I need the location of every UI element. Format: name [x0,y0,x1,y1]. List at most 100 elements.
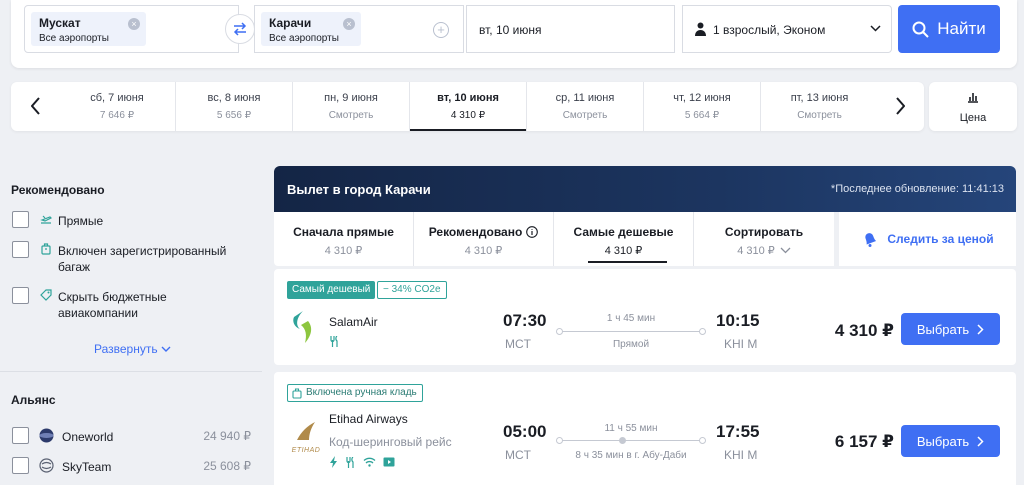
search-icon [912,21,929,38]
info-icon[interactable] [526,226,539,238]
track-price-button[interactable]: Следить за ценой [839,212,1016,266]
entertainment-icon [383,457,395,467]
destination-chip[interactable]: Карачи Все аэропорты × [261,12,361,46]
plane-icon [40,215,52,224]
date-field[interactable]: вт, 10 июня [466,5,675,53]
date-option-day: ср, 11 июня [555,92,615,104]
hand-luggage-label: Включена ручная кладь [306,387,417,398]
results-title: Вылет в город Карачи [287,182,431,197]
flight-card[interactable]: Самый дешевый − 34% CO2e SalamAir 07:30 … [274,269,1016,365]
date-strip: сб, 7 июня 7 646 ₽ вс, 8 июня 5 656 ₽ пн… [11,82,924,131]
bar-chart-icon [968,93,978,103]
flight-price: 4 310 ₽ [834,321,894,340]
sort-price: 4 310 ₽ [604,245,643,257]
chevron-left-icon [31,97,40,115]
date-option[interactable]: чт, 12 июня 5 664 ₽ [644,82,761,131]
tag-icon [40,289,52,301]
co2-badge: − 34% CO2e [377,281,447,299]
date-option-day: вт, 10 июня [437,92,499,104]
choose-flight-button[interactable]: Выбрать [901,425,1000,457]
sort-recommended[interactable]: Рекомендовано 4 310 ₽ [414,212,554,266]
route-dot [619,437,626,444]
filter-divider [0,371,262,372]
date-option-day: пт, 13 июня [790,92,849,104]
passengers-field[interactable]: 1 взрослый, Эконом [682,5,892,53]
departure-airport: MCT [505,337,531,351]
etihad-logo-text: ETIHAD [291,447,321,454]
date-option[interactable]: сб, 7 июня 7 646 ₽ [59,82,176,131]
departure-time: 07:30 [503,311,547,330]
filter-label: Скрыть бюджетные авиакомпании [58,290,167,320]
flight-stops: Прямой [612,339,650,350]
departure-time: 05:00 [503,422,547,441]
filter-checkbox[interactable] [12,211,29,228]
chevron-right-icon [977,323,984,335]
expand-filters-link[interactable]: Развернуть [94,342,171,356]
flight-stops: 8 ч 35 мин в г. Абу-Даби [575,450,687,461]
sort-price: 4 310 ₽ [464,245,503,257]
flight-card[interactable]: Включена ручная кладь ETIHAD Etihad Airw… [274,372,1016,485]
sort-label: Сортировать [724,225,804,239]
sort-cheapest[interactable]: Самые дешевые 4 310 ₽ [554,212,694,266]
remove-origin-icon[interactable]: × [128,18,140,30]
price-chart-label: Цена [959,112,987,124]
sort-dropdown[interactable]: Сортировать 4 310 ₽ [694,212,834,266]
chevron-down-icon [870,25,881,32]
next-dates-button[interactable] [888,94,912,118]
route-bar [556,437,706,444]
results-header: Вылет в город Карачи *Последнее обновлен… [274,166,1016,212]
date-option[interactable]: вс, 8 июня 5 656 ₽ [176,82,293,131]
date-option[interactable]: ср, 11 июня Смотреть [527,82,644,131]
date-option-day: пн, 9 июня [324,92,378,104]
add-destination-icon[interactable]: + [433,22,449,38]
chevron-down-icon [780,247,791,254]
hand-luggage-badge: Включена ручная кладь [287,384,423,402]
date-option-selected[interactable]: вт, 10 июня 4 310 ₽ [410,82,527,131]
find-button[interactable]: Найти [898,5,1000,53]
departure-airport: MCT [505,448,531,462]
bell-icon [865,233,877,247]
sort-price: 4 310 ₽ [324,245,363,257]
route-dot [699,328,706,335]
filter-checkbox[interactable] [12,287,29,304]
origin-field[interactable]: Мускат Все аэропорты × [24,5,239,53]
arrival-airport: KHI M [724,448,758,462]
amenities [329,336,340,347]
price-chart-tab[interactable]: Цена [929,82,1017,131]
date-option-day: чт, 12 июня [673,92,731,104]
filter-checkbox[interactable] [12,427,29,444]
destination-airports: Все аэропорты [269,33,339,44]
origin-city: Мускат [39,16,81,30]
filter-checkbox[interactable] [12,241,29,258]
chevron-down-icon [161,346,171,352]
remove-destination-icon[interactable]: × [343,18,355,30]
sort-direct-first[interactable]: Сначала прямые 4 310 ₽ [274,212,414,266]
meal-icon [346,456,354,468]
chevron-right-icon [977,435,984,447]
filter-checkbox[interactable] [12,457,29,474]
choose-flight-button[interactable]: Выбрать [901,313,1000,345]
destination-field[interactable]: Карачи Все аэропорты × + [254,5,464,53]
date-option-price: 5 656 ₽ [216,110,252,121]
arrival-time: 17:55 [716,422,760,441]
route-dot [556,328,563,335]
origin-chip[interactable]: Мускат Все аэропорты × [31,12,146,46]
sort-label: Самые дешевые [573,225,674,239]
prev-dates-button[interactable] [24,94,48,118]
date-option-day: сб, 7 июня [90,92,144,104]
filter-label: Прямые [58,214,104,228]
flight-duration: 11 ч 55 мин [604,423,658,434]
expand-label: Развернуть [94,342,158,356]
person-icon [695,22,706,36]
swap-button[interactable] [225,14,255,44]
filter-price: 24 940 ₽ [203,429,251,443]
salamair-logo-icon [293,311,312,343]
flight-price: 6 157 ₽ [834,432,894,451]
date-option-price: 7 646 ₽ [99,110,135,121]
filter-price: 25 608 ₽ [203,459,251,473]
swap-icon [233,22,247,36]
destination-city: Карачи [269,16,312,30]
date-option[interactable]: пн, 9 июня Смотреть [293,82,410,131]
date-option[interactable]: пт, 13 июня Смотреть [761,82,878,131]
search-bar: Мускат Все аэропорты × Карачи Все аэропо… [11,0,1017,68]
